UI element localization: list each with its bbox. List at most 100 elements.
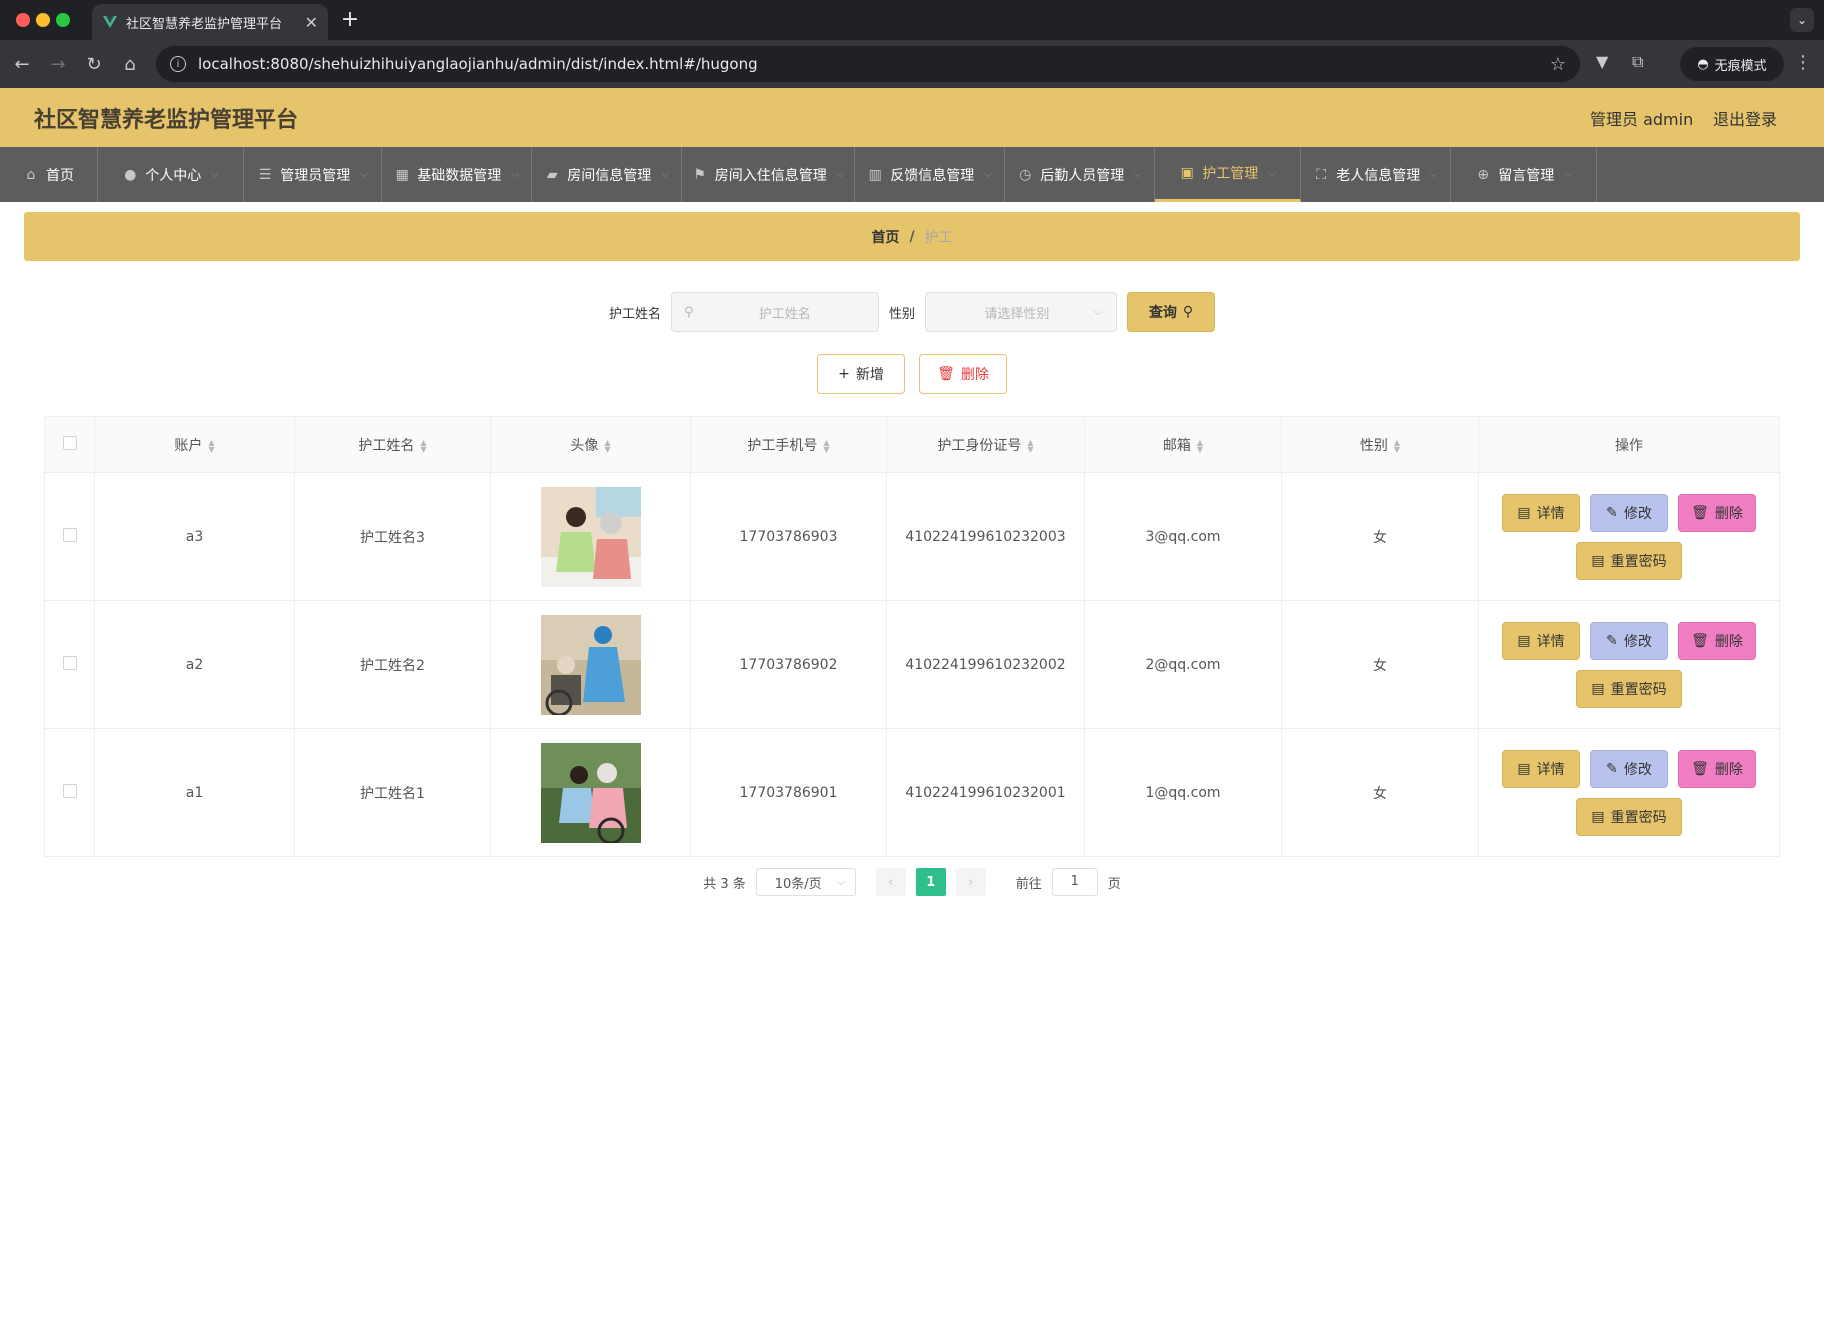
close-window-dot[interactable] — [16, 13, 30, 27]
menu-item-7[interactable]: ◷ 后勤人员管理 ⌵ — [1005, 147, 1155, 202]
browser-tab-bar: 社区智慧养老监护管理平台 ✕ + ⌄ — [0, 0, 1824, 40]
sort-icon[interactable]: ▲ ▼ — [823, 438, 829, 453]
menu-item-label: 管理员管理 — [280, 167, 351, 184]
avatar-cell — [490, 600, 691, 729]
batch-delete-button[interactable]: 🗑 删除 — [919, 354, 1007, 394]
detail-button[interactable]: ▤ 详情 — [1502, 621, 1580, 660]
home-browser-icon[interactable]: ⌂ — [118, 52, 142, 76]
avatar-image[interactable] — [540, 486, 641, 587]
menu-item-4[interactable]: ▰ 房间信息管理 ⌵ — [532, 147, 682, 202]
detail-button[interactable]: ▤ 详情 — [1502, 749, 1580, 788]
goto-page-input[interactable]: 1 — [1051, 868, 1098, 896]
prev-page-button[interactable]: ‹ — [875, 868, 906, 896]
minimize-window-dot[interactable] — [36, 13, 50, 27]
sort-icon[interactable]: ▲ ▼ — [1027, 438, 1033, 453]
table-row[interactable]: a2 护工姓名2 17703786902 410224199610232002 2@qq… — [44, 600, 1780, 729]
app-title: 社区智慧养老监护管理平台 — [34, 108, 299, 133]
col-account[interactable]: 账户 ▲ ▼ — [94, 416, 295, 473]
row-actions: ▤ 详情 ✎ 修改 🗑 删除 ▤ 重置密码 — [1499, 749, 1759, 836]
reset-password-button[interactable]: ▤ 重置密码 — [1576, 797, 1682, 836]
sort-icon[interactable]: ▲ ▼ — [1197, 438, 1203, 453]
sort-icon[interactable]: ▲ ▼ — [1394, 438, 1400, 453]
sort-icon[interactable]: ▲ ▼ — [420, 438, 426, 453]
next-page-button[interactable]: › — [955, 868, 986, 896]
select-all-checkbox[interactable] — [62, 435, 77, 450]
tab-close-icon[interactable]: ✕ — [305, 13, 318, 32]
menu-item-3[interactable]: ▦ 基础数据管理 ⌵ — [382, 147, 532, 202]
reset-password-button[interactable]: ▤ 重置密码 — [1576, 541, 1682, 580]
incognito-indicator[interactable]: ◓ 无痕模式 — [1680, 47, 1784, 81]
menu-item-10[interactable]: ⊕ 留言管理 ⌵ — [1451, 147, 1597, 202]
delete-button[interactable]: 🗑 删除 — [1678, 749, 1756, 788]
menu-item-label: 老人信息管理 — [1336, 167, 1421, 184]
add-button[interactable]: + 新增 — [817, 354, 905, 394]
row-checkbox[interactable] — [62, 655, 77, 670]
menu-item-0[interactable]: ⌂ 首页 — [0, 147, 98, 202]
query-button[interactable]: 查询 ⚲ — [1127, 292, 1216, 332]
logout-link[interactable]: 退出登录 — [1713, 106, 1777, 130]
gender-select[interactable]: 请选择性别 ⌵ — [925, 292, 1118, 332]
account-cell: a2 — [94, 600, 295, 729]
name-search-input[interactable]: ⚲ 护工姓名 — [671, 292, 879, 332]
tab-search-icon[interactable]: ⌄ — [1790, 8, 1814, 32]
col-gender[interactable]: 性别 ▲ ▼ — [1281, 416, 1479, 473]
maximize-window-dot[interactable] — [56, 13, 70, 27]
delete-button[interactable]: 🗑 删除 — [1678, 493, 1756, 532]
menu-item-1[interactable]: ● 个人中心 ⌵ — [98, 147, 244, 202]
new-tab-icon[interactable]: + — [336, 7, 364, 32]
account-cell: a1 — [94, 728, 295, 857]
chart-icon: ▥ — [868, 166, 882, 183]
avatar-image[interactable] — [540, 614, 641, 715]
sort-icon[interactable]: ▲ ▼ — [604, 438, 610, 453]
col-avatar[interactable]: 头像 ▲ ▼ — [490, 416, 691, 473]
query-label: 查询 — [1148, 305, 1177, 321]
col-id-card[interactable]: 护工身份证号 ▲ ▼ — [886, 416, 1085, 473]
menu-item-6[interactable]: ▥ 反馈信息管理 ⌵ — [855, 147, 1005, 202]
chevron-down-icon: ⌵ — [661, 169, 669, 180]
col-email[interactable]: 邮箱 ▲ ▼ — [1084, 416, 1282, 473]
reset-password-button[interactable]: ▤ 重置密码 — [1576, 669, 1682, 708]
gender-text: 女 — [1373, 657, 1387, 674]
sort-icon[interactable]: ▲ ▼ — [208, 438, 214, 453]
breadcrumb: 首页 / 护工 — [24, 212, 1800, 261]
bookmark-star-icon[interactable]: ☆ — [1550, 54, 1566, 75]
col-phone[interactable]: 护工手机号 ▲ ▼ — [690, 416, 887, 473]
incognito-icon: ◓ — [1697, 56, 1709, 72]
edit-button[interactable]: ✎ 修改 — [1590, 749, 1668, 788]
table-row[interactable]: a1 护工姓名1 17703786901 410224199610232001 1@qq… — [44, 728, 1780, 857]
chevron-down-icon: ⌵ — [511, 169, 519, 180]
breadcrumb-home[interactable]: 首页 — [871, 227, 899, 247]
forward-icon[interactable]: → — [46, 52, 70, 76]
row-checkbox[interactable] — [62, 783, 77, 798]
actions-cell: ▤ 详情 ✎ 修改 🗑 删除 ▤ 重置密码 — [1478, 472, 1780, 601]
pencil-icon: ✎ — [1606, 760, 1618, 777]
page-size-select[interactable]: 10条/页 ⌵ — [755, 868, 856, 896]
vee-extension-icon[interactable]: ▼ — [1596, 52, 1608, 71]
delete-button[interactable]: 🗑 删除 — [1678, 621, 1756, 660]
menu-item-2[interactable]: ☰ 管理员管理 ⌵ — [244, 147, 382, 202]
browser-tab[interactable]: 社区智慧养老监护管理平台 ✕ — [92, 4, 328, 40]
menu-item-5[interactable]: ⚑ 房间入住信息管理 ⌵ — [682, 147, 855, 202]
detail-button[interactable]: ▤ 详情 — [1502, 493, 1580, 532]
list-icon: ☰ — [258, 166, 272, 183]
back-icon[interactable]: ← — [10, 52, 34, 76]
reload-icon[interactable]: ↻ — [82, 52, 106, 76]
address-bar[interactable]: i localhost:8080/shehuizhihuiyanglaojian… — [156, 46, 1580, 82]
col-name[interactable]: 护工姓名 ▲ ▼ — [294, 416, 491, 473]
menu-item-9[interactable]: ⛶ 老人信息管理 ⌵ — [1301, 147, 1451, 202]
edit-button[interactable]: ✎ 修改 — [1590, 493, 1668, 532]
extensions-puzzle-icon[interactable]: ⧉ — [1632, 52, 1643, 72]
table-row[interactable]: a3 护工姓名3 17703786903 410224199610232003 3@qq… — [44, 472, 1780, 601]
menu-item-8[interactable]: ▣ 护工管理 ⌵ — [1155, 147, 1301, 202]
edit-button[interactable]: ✎ 修改 — [1590, 621, 1668, 660]
avatar-cell — [490, 472, 691, 601]
gender-cell: 女 — [1281, 600, 1479, 729]
browser-menu-icon[interactable]: ⋮ — [1794, 52, 1812, 73]
avatar-image[interactable] — [540, 742, 641, 843]
row-checkbox[interactable] — [62, 527, 77, 542]
page-number-current[interactable]: 1 — [915, 868, 946, 896]
site-info-icon[interactable]: i — [170, 56, 186, 72]
row-actions: ▤ 详情 ✎ 修改 🗑 删除 ▤ 重置密码 — [1499, 621, 1759, 708]
account-text: a1 — [185, 784, 204, 801]
user-icon: ● — [124, 166, 137, 183]
